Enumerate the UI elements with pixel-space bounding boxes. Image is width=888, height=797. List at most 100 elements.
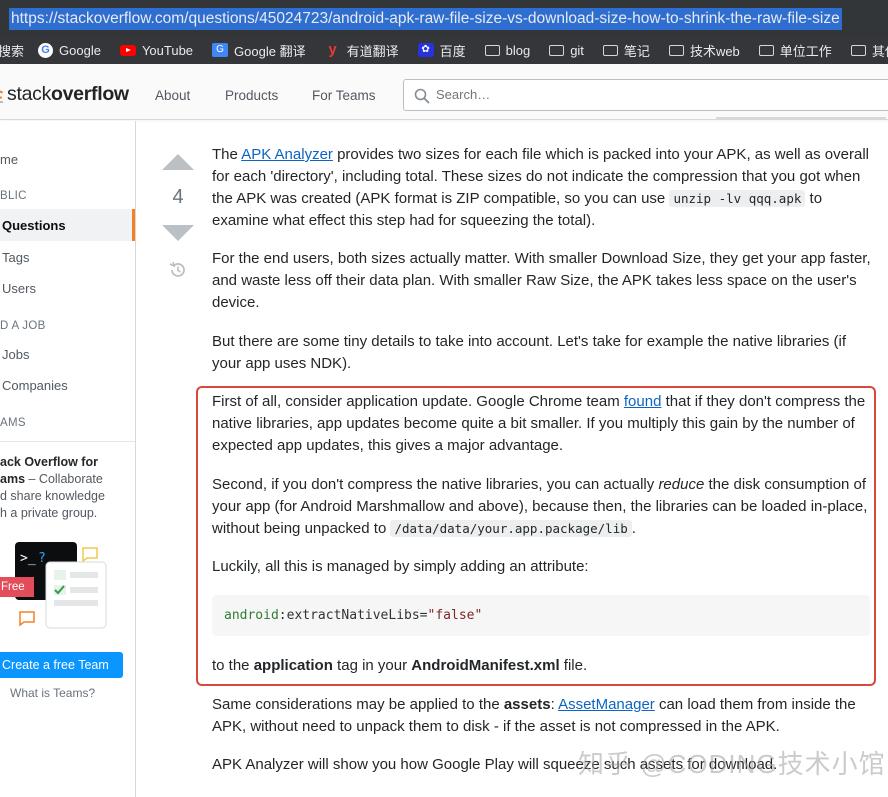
text: to the	[212, 657, 254, 674]
bookmark-label: git	[570, 42, 584, 58]
answer-paragraph: Second, if you don't compress the native…	[212, 474, 872, 540]
youtube-icon	[119, 44, 136, 56]
found-link[interactable]: found	[624, 393, 662, 410]
answer-paragraph: First of all, consider application updat…	[212, 391, 872, 457]
google-icon: G	[38, 42, 54, 58]
teams-promo-line: ack Overflow for	[0, 455, 98, 469]
bookmark-label: Google	[59, 42, 101, 58]
bookmark-label: 笔记	[623, 43, 650, 59]
divider	[716, 117, 886, 119]
text: file.	[559, 657, 588, 674]
folder-icon	[668, 44, 684, 56]
vote-count: 4	[172, 186, 184, 208]
logo-light-text: stack	[7, 83, 52, 105]
youdao-icon: y	[328, 41, 337, 58]
bookmark-folder-work[interactable]: 单位工作	[758, 41, 832, 60]
site-logo[interactable]: stackoverflow	[7, 83, 129, 106]
sidebar-item-tags[interactable]: Tags	[2, 250, 29, 265]
watermark: 知乎 @CODING技术小馆	[578, 749, 886, 779]
text: The	[212, 146, 242, 163]
search-box[interactable]	[403, 79, 888, 111]
url-text[interactable]: https://stackoverflow.com/questions/4502…	[9, 8, 842, 30]
svg-text:>_: >_	[20, 551, 36, 566]
sidebar-item-questions[interactable]: Questions	[2, 218, 66, 233]
nav-about[interactable]: About	[155, 88, 190, 103]
history-icon[interactable]	[168, 260, 188, 280]
bookmark-label: Google 翻译	[234, 43, 306, 59]
free-badge: Free	[0, 577, 34, 597]
bookmark-search[interactable]: 搜索	[0, 41, 24, 60]
bookmark-folder-blog[interactable]: blog	[484, 42, 531, 58]
code-value: "false"	[427, 608, 483, 623]
teams-promo-line: h a private group.	[0, 506, 98, 520]
bookmark-label: YouTube	[141, 42, 194, 58]
sidebar-section-public: BLIC	[0, 190, 27, 202]
sidebar-item-users[interactable]: Users	[2, 281, 36, 296]
answer-paragraph: to the application tag in your AndroidMa…	[212, 655, 872, 677]
free-badge-label: Free	[1, 581, 25, 593]
text: Same considerations may be applied to th…	[212, 696, 504, 713]
bookmark-label: 技术web	[689, 43, 740, 59]
bookmark-google[interactable]: G Google	[38, 42, 101, 58]
bookmark-label: blog	[505, 42, 531, 58]
svg-text:?: ?	[38, 551, 46, 566]
sidebar-item-home[interactable]: me	[0, 152, 18, 167]
teams-promo-line: ams	[0, 472, 26, 486]
text: tag in your	[332, 657, 412, 674]
text: .	[631, 520, 636, 537]
bookmark-label: 其他	[871, 43, 888, 59]
apk-analyzer-link[interactable]: APK Analyzer	[241, 146, 333, 163]
baidu-icon: ✿	[417, 43, 434, 57]
answer-paragraph: But there are some tiny details to take …	[212, 333, 847, 372]
sidebar-item-jobs[interactable]: Jobs	[2, 347, 29, 362]
teams-promo-text: ack Overflow for ams – Collaborate d sha…	[0, 454, 105, 522]
create-free-team-button[interactable]: Create a free Team	[0, 652, 123, 678]
emphasis: reduce	[658, 476, 705, 493]
text: :	[550, 696, 559, 713]
upvote-button[interactable]	[162, 154, 194, 170]
assetmanager-link[interactable]: AssetManager	[558, 696, 655, 713]
code-block: android:extractNativeLibs="false"	[212, 595, 870, 636]
bookmark-folder-notes[interactable]: 笔记	[602, 41, 650, 60]
google-translate-icon: G	[212, 43, 229, 57]
search-input[interactable]	[436, 87, 836, 102]
bookmark-baidu[interactable]: ✿ 百度	[417, 41, 466, 60]
answer-paragraph: The APK Analyzer provides two sizes for …	[212, 144, 872, 232]
text: Second, if you don't compress the native…	[212, 476, 659, 493]
folder-icon	[758, 44, 774, 56]
bookmarks-bar: 搜索 G Google YouTube G Google 翻译 y 有道翻译 ✿…	[0, 36, 888, 64]
answer-paragraph: For the end users, both sizes actually m…	[212, 250, 871, 311]
folder-icon	[602, 44, 618, 56]
bookmark-youtube[interactable]: YouTube	[119, 42, 194, 58]
what-is-teams-link[interactable]: What is Teams?	[10, 686, 95, 700]
bookmark-folder-git[interactable]: git	[549, 43, 584, 58]
bookmark-label: 单位工作	[779, 43, 832, 59]
bold-text: application	[253, 657, 333, 674]
teams-promo-line: d share knowledge	[0, 489, 105, 503]
code-namespace: android	[224, 608, 279, 623]
bookmark-label: 百度	[439, 43, 466, 59]
downvote-button[interactable]	[162, 225, 194, 241]
nav-for-teams[interactable]: For Teams	[312, 88, 376, 103]
folder-icon	[484, 44, 500, 56]
bookmark-folder-other[interactable]: 其他	[850, 41, 888, 60]
teams-promo-line: – Collaborate	[25, 472, 103, 486]
bookmark-folder-techweb[interactable]: 技术web	[668, 41, 740, 60]
bookmark-google-translate[interactable]: G Google 翻译	[212, 41, 306, 60]
folder-icon	[850, 44, 866, 56]
nav-products[interactable]: Products	[225, 88, 278, 103]
stackoverflow-logo-icon	[0, 88, 3, 103]
inline-code: /data/data/your.app.package/lib	[390, 520, 632, 537]
bold-text: assets	[503, 696, 551, 713]
browser-url-bar[interactable]: https://stackoverflow.com/questions/4502…	[0, 0, 888, 36]
bookmark-label: 搜索	[0, 43, 25, 59]
answer-paragraph: Luckily, all this is managed by simply a…	[212, 558, 589, 575]
logo-bold-text: overflow	[51, 83, 129, 105]
code-attribute: :extractNativeLibs=	[278, 608, 428, 623]
teams-promo: ack Overflow for ams – Collaborate d sha…	[0, 441, 135, 797]
sidebar-section-find-job: D A JOB	[0, 320, 46, 332]
bold-text: AndroidManifest.xml	[411, 657, 560, 674]
sidebar-item-companies[interactable]: Companies	[2, 378, 68, 393]
inline-code: unzip -lv qqq.apk	[669, 190, 806, 207]
bookmark-youdao[interactable]: y 有道翻译	[325, 41, 398, 60]
